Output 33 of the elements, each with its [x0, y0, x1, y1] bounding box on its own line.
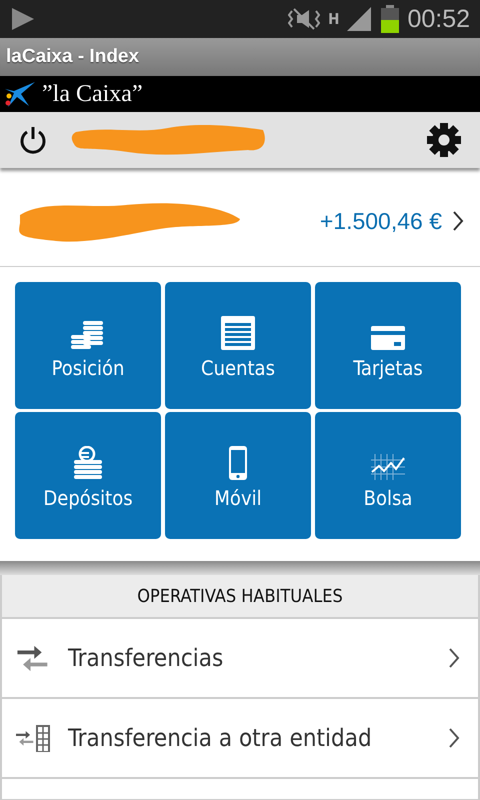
settings-icon[interactable]	[426, 122, 462, 158]
operation-item[interactable]: Transferencias	[0, 619, 480, 699]
chevron-right-icon	[448, 727, 460, 749]
transfer-building-icon	[16, 724, 50, 752]
clock: 00:52	[407, 4, 470, 34]
window-title: laCaixa - Index	[6, 46, 140, 68]
network-type: H	[328, 12, 340, 26]
credit-card-icon	[371, 326, 405, 350]
mute-vibrate-icon	[288, 7, 320, 31]
operation-item[interactable]: Transferencia a otra entidad	[0, 699, 480, 779]
menu-tile[interactable]: Tarjetas	[315, 282, 461, 409]
menu-tile[interactable]: Bolsa	[315, 412, 461, 539]
menu-tile[interactable]: Cuentas	[165, 282, 311, 409]
section-title: OPERATIVAS HABITUALES	[137, 586, 343, 606]
play-icon	[10, 6, 36, 32]
balance-row[interactable]: +1.500,46 €	[0, 176, 480, 267]
euro-coins-icon	[73, 446, 103, 480]
line-chart-icon	[371, 454, 405, 480]
chevron-right-icon	[448, 647, 460, 669]
star-logo-icon	[4, 81, 36, 107]
document-icon	[221, 316, 255, 350]
menu-tile[interactable]: Posición	[15, 282, 161, 409]
battery-icon	[381, 5, 400, 33]
transfer-arrows-icon	[16, 644, 50, 672]
power-icon[interactable]	[18, 125, 48, 155]
phone-icon	[229, 446, 247, 480]
coins-icon	[71, 320, 105, 350]
menu-tile[interactable]: Móvil	[165, 412, 311, 539]
menu-tile[interactable]: Depósitos	[15, 412, 161, 539]
signal-icon	[347, 7, 374, 31]
chevron-right-icon	[452, 210, 464, 232]
brand-name: ”la Caixa”	[42, 80, 143, 108]
balance-amount: +1.500,46 €	[320, 208, 442, 234]
